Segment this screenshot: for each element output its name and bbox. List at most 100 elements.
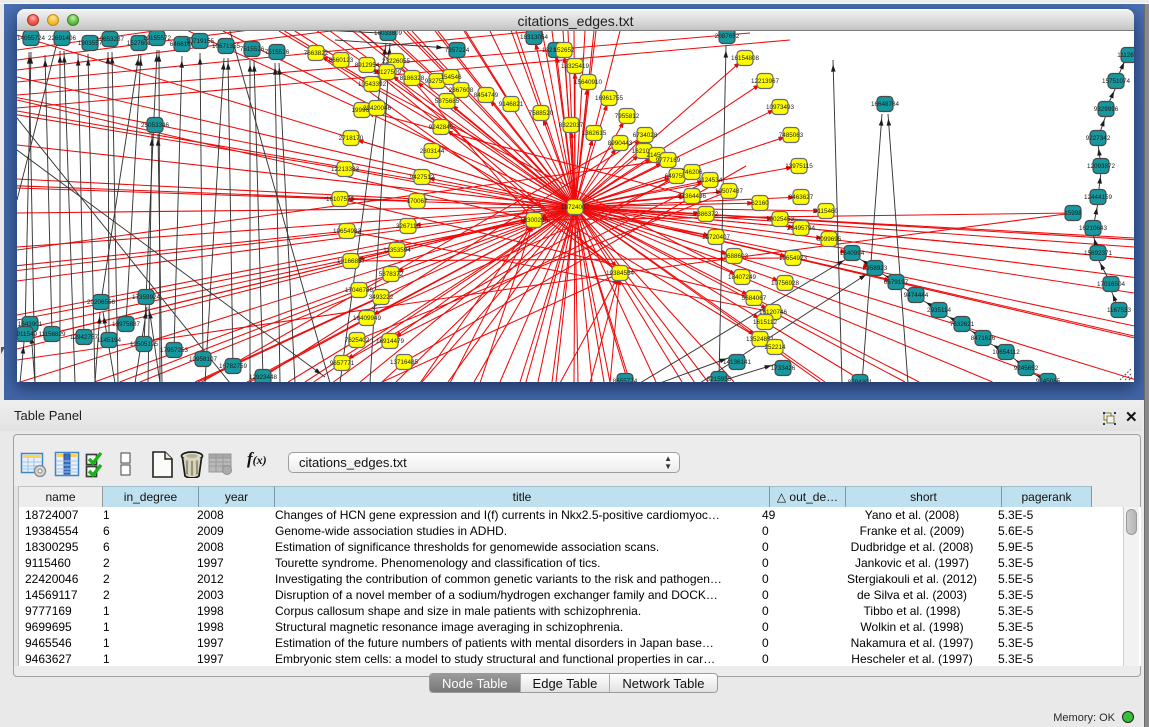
svg-text:10654112: 10654112: [992, 349, 1020, 356]
svg-text:170067: 170067: [406, 198, 428, 205]
svg-text:10653287: 10653287: [96, 36, 125, 43]
svg-text:9245652: 9245652: [1014, 365, 1039, 372]
svg-text:8655774: 8655774: [613, 378, 638, 382]
svg-text:7588520: 7588520: [529, 110, 554, 117]
svg-text:16107573: 16107573: [326, 196, 355, 203]
svg-text:7663822: 7663822: [304, 50, 329, 57]
svg-text:20206556: 20206556: [87, 299, 116, 306]
svg-text:6099695: 6099695: [817, 236, 842, 243]
svg-text:12093872: 12093872: [1087, 163, 1116, 170]
svg-text:8454749: 8454749: [474, 92, 499, 99]
svg-text:13975887: 13975887: [112, 321, 141, 328]
svg-text:8794301: 8794301: [848, 379, 873, 382]
svg-text:16914479: 16914479: [376, 338, 405, 345]
svg-text:7386372: 7386372: [694, 211, 719, 218]
svg-text:9427512: 9427512: [410, 174, 435, 181]
svg-text:17359924: 17359924: [132, 294, 161, 301]
svg-text:10543392: 10543392: [358, 81, 387, 88]
svg-text:15751074: 15751074: [1102, 78, 1131, 85]
svg-text:2718170: 2718170: [339, 135, 364, 142]
svg-text:252214: 252214: [764, 344, 786, 351]
svg-text:18127509: 18127509: [373, 69, 402, 76]
svg-text:16782759: 16782759: [219, 363, 248, 370]
svg-text:7632621: 7632621: [950, 321, 975, 328]
svg-text:62160: 62160: [751, 200, 769, 207]
svg-text:8471626: 8471626: [971, 335, 996, 342]
svg-text:9777169: 9777169: [656, 157, 681, 164]
svg-text:9329996: 9329996: [1094, 106, 1119, 113]
svg-text:9115460: 9115460: [814, 208, 839, 215]
svg-text:8912954: 8912954: [355, 62, 380, 69]
svg-text:19155572: 19155572: [143, 35, 172, 42]
svg-text:15692371: 15692371: [1084, 250, 1113, 257]
svg-text:19166857: 19166857: [337, 258, 366, 265]
svg-text:10025453: 10025453: [766, 216, 795, 223]
svg-text:13325419: 13325419: [561, 63, 590, 70]
svg-text:12505195: 12505195: [130, 341, 159, 348]
svg-text:16033809: 16033809: [374, 31, 403, 37]
svg-text:15998: 15998: [1064, 210, 1082, 217]
svg-text:19654983: 19654983: [333, 228, 362, 235]
svg-text:8660123: 8660123: [329, 57, 354, 64]
svg-text:7515526: 7515526: [265, 49, 290, 56]
svg-text:5878372: 5878372: [379, 271, 404, 278]
svg-text:3493222: 3493222: [369, 294, 394, 301]
svg-text:10958107: 10958107: [189, 356, 218, 363]
svg-text:3267110: 3267110: [396, 223, 421, 230]
svg-text:17957253: 17957253: [160, 347, 189, 354]
svg-text:14136141: 14136141: [723, 359, 752, 366]
svg-text:10756928: 10756928: [771, 280, 800, 287]
svg-text:8215955: 8215955: [707, 376, 732, 382]
svg-text:1640994: 1640994: [840, 250, 865, 257]
svg-text:9474444: 9474444: [904, 292, 929, 299]
svg-text:10671355: 10671355: [212, 43, 241, 50]
svg-text:1112843: 1112843: [1117, 52, 1134, 59]
svg-text:14055724: 14055724: [17, 35, 45, 42]
svg-text:10688603: 10688603: [720, 253, 749, 260]
svg-text:152652: 152652: [553, 47, 575, 54]
svg-text:2087652: 2087652: [715, 33, 740, 40]
svg-text:25053346: 25053346: [141, 122, 170, 129]
svg-text:9657771: 9657771: [330, 360, 355, 367]
svg-text:7955812: 7955812: [615, 113, 640, 120]
svg-text:7625402: 7625402: [345, 337, 370, 344]
svg-text:2935114: 2935114: [927, 307, 952, 314]
svg-text:16210643: 16210643: [1079, 225, 1108, 232]
svg-text:1362615: 1362615: [582, 130, 607, 137]
svg-text:3911549: 3911549: [17, 331, 38, 338]
svg-text:18407249: 18407249: [728, 274, 757, 281]
svg-text:3124534: 3124534: [698, 177, 723, 184]
svg-text:10973493: 10973493: [766, 104, 795, 111]
svg-text:11156829: 11156829: [38, 331, 66, 338]
svg-text:2867608: 2867608: [449, 87, 474, 94]
svg-text:16409949: 16409949: [353, 315, 382, 322]
svg-text:9227342: 9227342: [1086, 135, 1111, 142]
svg-text:13975115: 13975115: [785, 163, 813, 170]
svg-text:1167533: 1167533: [1107, 307, 1132, 314]
svg-text:18300295: 18300295: [520, 217, 549, 224]
svg-text:23495794: 23495794: [787, 225, 816, 232]
svg-text:154546: 154546: [440, 74, 462, 81]
svg-text:746206: 746206: [681, 169, 703, 176]
svg-text:22420046: 22420046: [363, 105, 392, 112]
svg-text:16154808: 16154808: [731, 55, 760, 62]
svg-text:18313054: 18313054: [520, 34, 549, 41]
svg-text:9146821: 9146821: [499, 101, 524, 108]
svg-text:6734028: 6734028: [633, 132, 658, 139]
svg-text:1615112: 1615112: [753, 319, 778, 326]
svg-text:19654923: 19654923: [779, 255, 808, 262]
svg-text:6679197: 6679197: [884, 279, 909, 286]
svg-text:15640910: 15640910: [574, 79, 603, 86]
svg-text:5684067: 5684067: [742, 295, 767, 302]
svg-text:12213383: 12213383: [331, 166, 360, 173]
svg-text:1733426: 1733426: [771, 365, 796, 372]
svg-text:18724007: 18724007: [561, 204, 590, 211]
svg-text:21364436: 21364436: [678, 193, 707, 200]
svg-text:12444159: 12444159: [1084, 194, 1113, 201]
svg-text:7357224: 7357224: [445, 47, 470, 54]
svg-text:10507487: 10507487: [715, 188, 744, 195]
svg-text:12923448: 12923448: [249, 374, 278, 381]
svg-text:8322037: 8322037: [559, 122, 584, 129]
svg-text:1145194: 1145194: [97, 337, 122, 344]
svg-text:16961755: 16961755: [595, 95, 624, 102]
